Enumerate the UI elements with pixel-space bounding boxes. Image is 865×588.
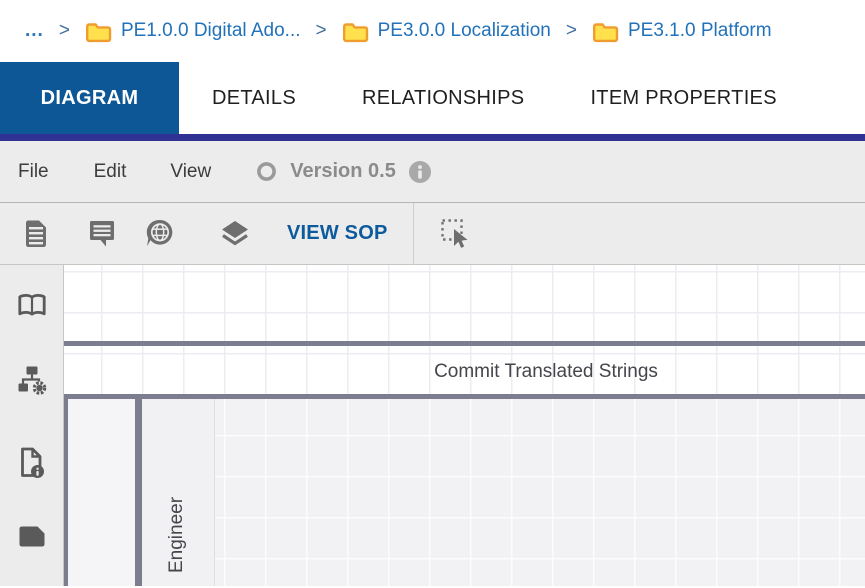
breadcrumb-separator: > [565, 20, 577, 41]
lane-content-area [215, 399, 865, 586]
pool-title[interactable]: Commit Translated Strings [394, 361, 698, 383]
file-info-icon[interactable] [18, 446, 46, 480]
tab-relationships[interactable]: RELATIONSHIPS [329, 62, 557, 134]
radio-ring-icon[interactable] [255, 160, 278, 183]
view-sop-button[interactable]: VIEW SOP [287, 222, 388, 245]
tab-details[interactable]: DETAILS [179, 62, 329, 134]
menu-file[interactable]: File [18, 161, 49, 183]
breadcrumb: ... > PE1.0.0 Digital Ado... > PE3.0.0 L… [0, 0, 865, 62]
breadcrumb-item[interactable]: PE3.1.0 Platform [592, 20, 772, 43]
version-label: Version 0.5 [290, 160, 396, 182]
breadcrumb-item[interactable]: PE3.0.0 Localization [342, 20, 551, 43]
toolbar-separator [412, 202, 414, 265]
breadcrumb-item-label: PE3.1.0 Platform [627, 20, 772, 41]
layers-icon[interactable] [219, 218, 251, 250]
tab-bar: DIAGRAM DETAILS RELATIONSHIPS ITEM PROPE… [0, 62, 865, 134]
tab-underline [0, 134, 865, 141]
marquee-select-icon[interactable] [440, 218, 472, 250]
menu-view[interactable]: View [170, 161, 211, 183]
translate-globe-icon[interactable] [144, 218, 176, 249]
breadcrumb-separator: > [58, 20, 70, 41]
menu-bar: File Edit View Version 0.5 [0, 141, 865, 203]
breadcrumb-item-label: PE1.0.0 Digital Ado... [120, 20, 301, 41]
pool-header-column [68, 399, 135, 586]
left-icon-rail [0, 265, 64, 586]
book-icon[interactable] [17, 292, 47, 319]
note-icon[interactable] [17, 524, 47, 549]
menu-edit[interactable]: Edit [94, 161, 127, 183]
tab-diagram[interactable]: DIAGRAM [0, 62, 179, 134]
lane-left-bar [135, 399, 142, 586]
breadcrumb-item[interactable]: PE1.0.0 Digital Ado... [85, 20, 301, 43]
pool-top-border [64, 341, 865, 346]
workspace: Commit Translated Strings Engineer [0, 265, 865, 586]
tab-item-properties[interactable]: ITEM PROPERTIES [557, 62, 809, 134]
diagram-canvas: Commit Translated Strings Engineer [64, 265, 865, 586]
workflow-settings-icon[interactable] [16, 364, 48, 397]
toolbar: VIEW SOP [0, 202, 865, 265]
comment-icon[interactable] [87, 219, 117, 248]
lane-label[interactable]: Engineer [166, 455, 187, 586]
folder-icon [342, 22, 368, 42]
breadcrumb-ellipsis[interactable]: ... [25, 20, 44, 42]
folder-icon [592, 22, 619, 42]
info-icon[interactable] [408, 160, 432, 184]
document-lines-icon[interactable] [22, 218, 50, 249]
breadcrumb-item-label: PE3.0.0 Localization [377, 20, 551, 41]
folder-icon [85, 22, 112, 42]
breadcrumb-separator: > [315, 20, 327, 41]
